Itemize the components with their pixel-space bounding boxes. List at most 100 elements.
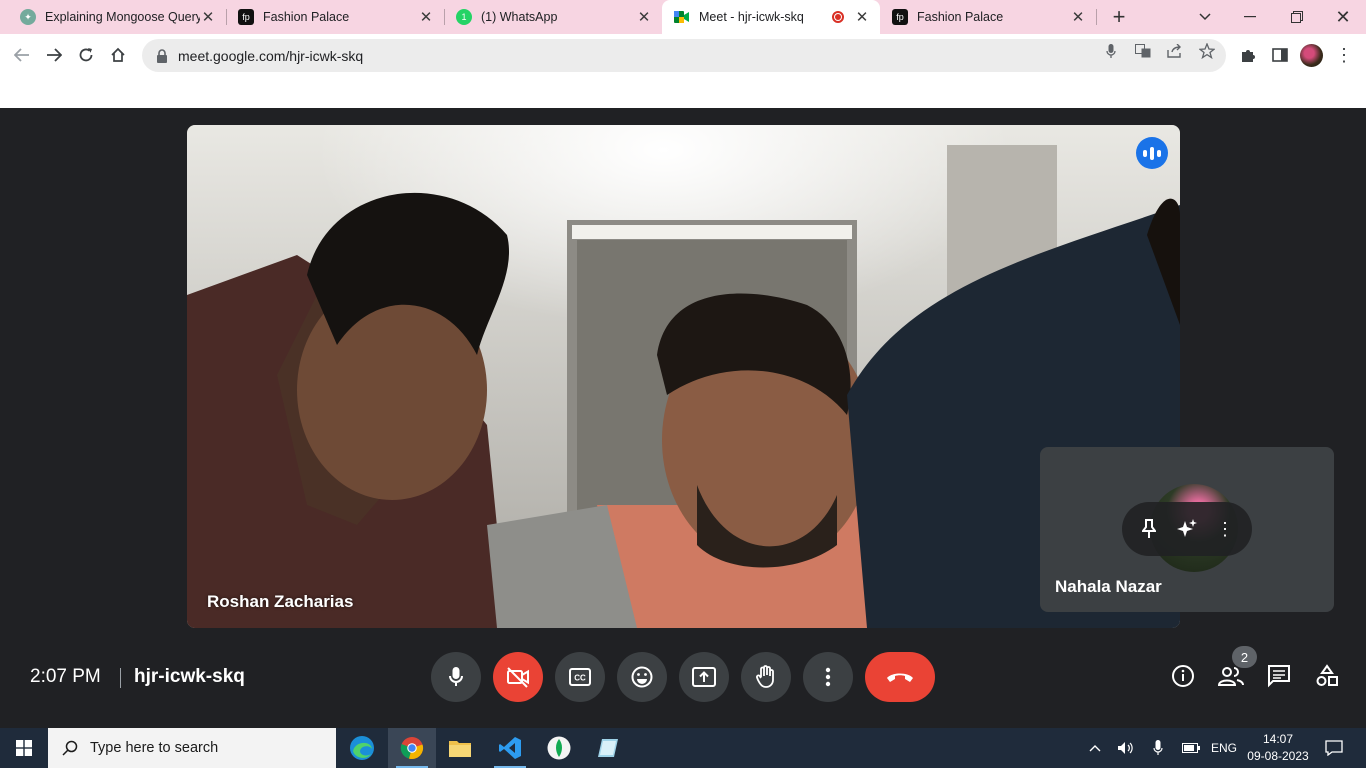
svg-text:CC: CC <box>574 674 586 683</box>
notes-app-icon[interactable] <box>584 728 632 768</box>
windows-start-icon[interactable] <box>0 728 48 768</box>
taskbar-search-box[interactable]: Type here to search <box>48 728 336 768</box>
info-icon <box>1172 665 1194 687</box>
forward-icon[interactable] <box>39 40 69 70</box>
whatsapp-icon: 1 <box>456 9 472 25</box>
close-icon[interactable]: ✕ <box>200 9 216 26</box>
meeting-code: hjr-icwk-skq <box>134 666 245 687</box>
side-panel-icon[interactable] <box>1265 40 1295 70</box>
url-text: meet.google.com/hjr-icwk-skq <box>178 47 364 64</box>
close-window-icon[interactable]: ✕ <box>1323 0 1363 34</box>
browser-menu-icon[interactable]: ⋮ <box>1329 40 1359 70</box>
people-button[interactable] <box>1218 663 1244 689</box>
camera-off-icon <box>507 667 529 688</box>
new-tab-icon[interactable]: + <box>1099 0 1139 34</box>
taskbar-clock[interactable]: 14:07 09-08-2023 <box>1240 731 1316 765</box>
profile-avatar[interactable] <box>1300 44 1323 67</box>
close-icon[interactable]: ✕ <box>854 9 870 26</box>
speaking-indicator-icon <box>1136 137 1168 169</box>
microphone-icon[interactable] <box>1102 42 1120 60</box>
captions-icon: CC <box>569 668 591 686</box>
share-icon[interactable] <box>1166 42 1184 60</box>
language-indicator[interactable]: ENG <box>1208 728 1240 768</box>
more-options-icon[interactable]: ⋮ <box>1210 514 1240 544</box>
captions-button[interactable]: CC <box>555 652 605 702</box>
more-vert-icon <box>825 667 831 687</box>
present-screen-icon <box>692 667 716 687</box>
activities-button[interactable] <box>1314 663 1340 689</box>
close-icon[interactable]: ✕ <box>1070 9 1086 26</box>
self-view-tile[interactable]: ⋮ Nahala Nazar <box>1040 447 1334 612</box>
mongodb-compass-icon[interactable] <box>535 728 583 768</box>
effects-sparkle-icon[interactable] <box>1172 514 1202 544</box>
tab-title: Meet - hjr-icwk-skq <box>699 10 804 24</box>
camera-off-button[interactable] <box>493 652 543 702</box>
taskbar-time: 14:07 <box>1262 732 1294 746</box>
hang-up-icon <box>887 673 913 682</box>
microphone-button[interactable] <box>431 652 481 702</box>
tab-strip: ✦ Explaining Mongoose Query ✕ fp Fashion… <box>0 0 1366 34</box>
tab-whatsapp[interactable]: 1 (1) WhatsApp ✕ <box>436 0 662 34</box>
meeting-details-button[interactable] <box>1170 663 1196 689</box>
translate-icon[interactable] <box>1134 42 1152 60</box>
microphone-in-use-icon[interactable] <box>1146 728 1170 768</box>
windows-taskbar: Type here to search ENG 14:07 09-08-2023 <box>0 728 1366 768</box>
browser-toolbar: meet.google.com/hjr-icwk-skq ⋮ <box>0 34 1366 77</box>
recording-icon <box>832 11 844 23</box>
tab-separator <box>1096 9 1097 25</box>
present-screen-button[interactable] <box>679 652 729 702</box>
restore-icon[interactable] <box>1277 0 1317 34</box>
pin-icon[interactable] <box>1134 514 1164 544</box>
participant-name: Roshan Zacharias <box>207 592 354 611</box>
minimize-icon[interactable] <box>1230 0 1270 34</box>
chatgpt-icon: ✦ <box>20 9 36 25</box>
fashion-palace-icon: fp <box>238 9 254 25</box>
tab-search-chevron-icon[interactable] <box>1185 0 1225 34</box>
participant-video <box>187 125 1180 628</box>
chrome-icon[interactable] <box>388 728 436 768</box>
tile-actions-menu: ⋮ <box>1122 502 1252 556</box>
chat-button[interactable] <box>1266 663 1292 689</box>
search-placeholder: Type here to search <box>90 740 219 756</box>
file-explorer-icon[interactable] <box>436 728 484 768</box>
reload-icon[interactable] <box>71 40 101 70</box>
home-icon[interactable] <box>103 40 133 70</box>
back-icon[interactable] <box>7 40 37 70</box>
extensions-puzzle-icon[interactable] <box>1233 40 1263 70</box>
people-icon <box>1218 667 1244 686</box>
main-video-tile[interactable]: Roshan Zacharias <box>187 125 1180 628</box>
search-icon <box>62 740 78 756</box>
more-options-button[interactable] <box>803 652 853 702</box>
leave-call-button[interactable] <box>865 652 935 702</box>
close-icon[interactable]: ✕ <box>636 9 652 26</box>
lock-icon[interactable] <box>156 48 168 63</box>
battery-icon[interactable] <box>1178 728 1204 768</box>
tab-fashion-palace[interactable]: fp Fashion Palace ✕ <box>218 0 444 34</box>
notifications-icon[interactable] <box>1320 728 1348 768</box>
raise-hand-icon <box>756 665 774 688</box>
chat-icon <box>1268 665 1290 688</box>
fashion-palace-icon: fp <box>892 9 908 25</box>
google-meet-icon <box>674 9 690 25</box>
tab-title: (1) WhatsApp <box>481 10 558 24</box>
meeting-time: 2:07 PM <box>30 666 101 687</box>
bookmark-star-icon[interactable] <box>1198 42 1216 60</box>
volume-icon[interactable] <box>1112 728 1140 768</box>
tab-title: Fashion Palace <box>917 10 1004 24</box>
self-participant-name: Nahala Nazar <box>1055 577 1162 596</box>
tab-fashion-palace-2[interactable]: fp Fashion Palace ✕ <box>880 0 1096 34</box>
address-bar[interactable]: meet.google.com/hjr-icwk-skq <box>142 39 1226 72</box>
tab-chatgpt[interactable]: ✦ Explaining Mongoose Query ✕ <box>0 0 226 34</box>
page-header-strip <box>0 77 1366 108</box>
raise-hand-button[interactable] <box>741 652 791 702</box>
reactions-button[interactable] <box>617 652 667 702</box>
tab-title: Fashion Palace <box>263 10 350 24</box>
emoji-icon <box>631 666 653 688</box>
edge-icon[interactable] <box>338 728 386 768</box>
vscode-icon[interactable] <box>486 728 534 768</box>
close-icon[interactable]: ✕ <box>418 9 434 26</box>
chevron-up-icon[interactable] <box>1082 728 1108 768</box>
divider <box>120 668 121 688</box>
tab-google-meet[interactable]: Meet - hjr-icwk-skq ✕ <box>662 0 880 34</box>
meet-control-bar: 2:07 PM hjr-icwk-skq CC 2 <box>0 630 1366 728</box>
